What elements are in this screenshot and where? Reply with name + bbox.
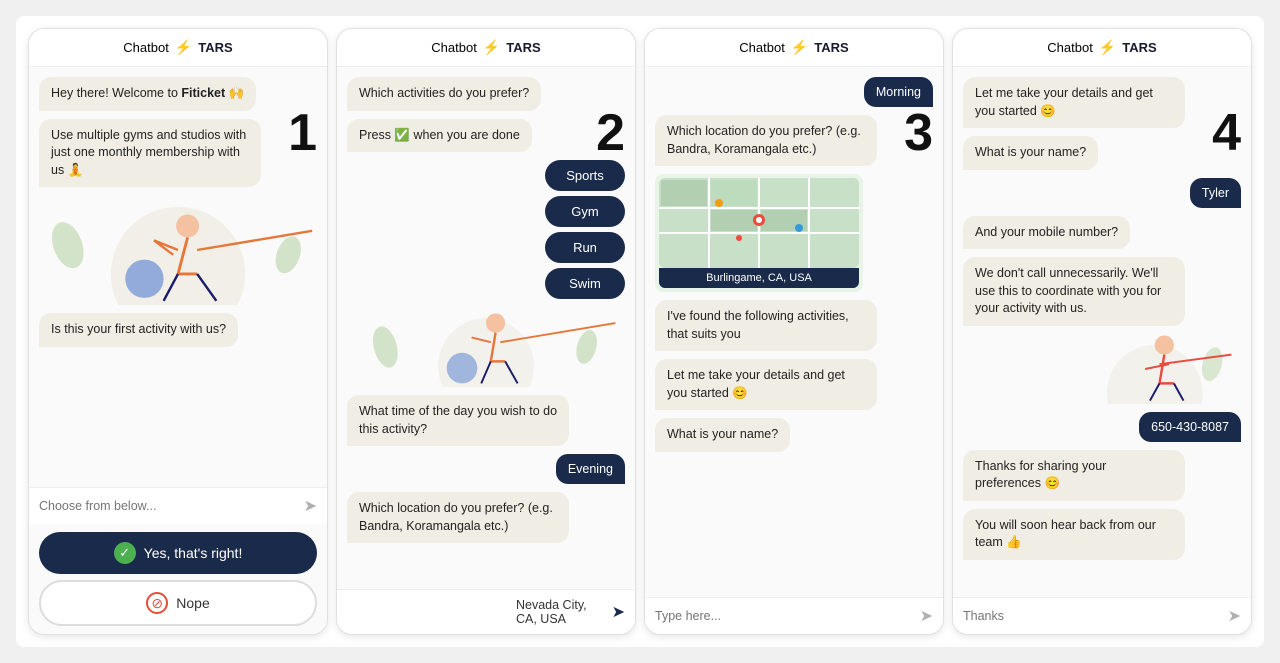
- bot-message-2-4: Which location do you prefer? (e.g. Band…: [347, 492, 569, 543]
- bot-message-4-2: What is your name?: [963, 136, 1098, 170]
- panel-1-buttons: ✓ Yes, that's right! ⊘ Nope: [29, 524, 327, 634]
- bot-message-4-1: Let me take your details and get you sta…: [963, 77, 1185, 128]
- bot-message-1-2: Use multiple gyms and studios with just …: [39, 119, 261, 188]
- evening-response: Evening: [556, 454, 625, 484]
- panel-4-input-area: ➤: [953, 597, 1251, 634]
- panel-2-header: Chatbot ⚡ TARS: [337, 29, 635, 67]
- panel-2: Chatbot ⚡ TARS 2 Which activities do you…: [336, 28, 636, 635]
- panel-number-2: 2: [596, 107, 625, 159]
- send-icon-3[interactable]: ➤: [920, 606, 933, 626]
- panel-2-input[interactable]: [347, 605, 508, 619]
- bot-message-2-2: Press ✅ when you are done: [347, 119, 532, 153]
- panel-3: Chatbot ⚡ TARS 3 Morning Which location …: [644, 28, 944, 635]
- panel-1-input-area: ➤: [29, 487, 327, 524]
- send-icon-1[interactable]: ➤: [304, 496, 317, 516]
- no-icon-1: ⊘: [146, 592, 168, 614]
- bolt-icon-4: ⚡: [1099, 39, 1116, 56]
- tars-label-4: TARS: [1122, 40, 1156, 55]
- chatbot-label-1: Chatbot: [123, 40, 169, 55]
- chatbot-label-2: Chatbot: [431, 40, 477, 55]
- user-phone-response: 650-430-8087: [1139, 412, 1241, 442]
- screenshots-container: Chatbot ⚡ TARS 1 Hey there! Welcome to F…: [16, 16, 1264, 647]
- map-image: [659, 178, 859, 268]
- panel-number-4: 4: [1212, 107, 1241, 159]
- panel-3-header: Chatbot ⚡ TARS: [645, 29, 943, 67]
- send-icon-2[interactable]: ➤: [612, 602, 625, 622]
- morning-response: Morning: [864, 77, 933, 107]
- bot-message-4-3: And your mobile number?: [963, 216, 1130, 250]
- yes-button-1[interactable]: ✓ Yes, that's right!: [39, 532, 317, 574]
- user-name-response: Tyler: [1190, 178, 1241, 208]
- bot-message-1-3: Is this your first activity with us?: [39, 313, 238, 347]
- bot-message-3-2: I've found the following activities, tha…: [655, 300, 877, 351]
- illustration-1: [39, 195, 317, 305]
- bolt-icon-2: ⚡: [483, 39, 500, 56]
- illustration-4: [963, 334, 1241, 404]
- chatbot-label-3: Chatbot: [739, 40, 785, 55]
- run-button[interactable]: Run: [545, 232, 625, 263]
- check-icon-1: ✓: [114, 542, 136, 564]
- bot-message-2-1: Which activities do you prefer?: [347, 77, 541, 111]
- bolt-icon-3: ⚡: [791, 39, 808, 56]
- panel-3-body: 3 Morning Which location do you prefer? …: [645, 67, 943, 597]
- sports-button[interactable]: Sports: [545, 160, 625, 191]
- panel-3-input-area: ➤: [645, 597, 943, 634]
- swim-button[interactable]: Swim: [545, 268, 625, 299]
- panel-2-body: 2 Which activities do you prefer? Press …: [337, 67, 635, 589]
- panel-4-input[interactable]: [963, 609, 1220, 623]
- bot-message-1-1: Hey there! Welcome to Fiticket 🙌: [39, 77, 256, 111]
- bot-message-2-3: What time of the day you wish to do this…: [347, 395, 569, 446]
- panel-1: Chatbot ⚡ TARS 1 Hey there! Welcome to F…: [28, 28, 328, 635]
- bolt-icon-1: ⚡: [175, 39, 192, 56]
- illustration-2: [347, 307, 625, 387]
- tars-label-3: TARS: [814, 40, 848, 55]
- panel-2-input-area: Nevada City, CA, USA ➤: [337, 589, 635, 634]
- tars-label-1: TARS: [198, 40, 232, 55]
- panel-1-body: 1 Hey there! Welcome to Fiticket 🙌 Use m…: [29, 67, 327, 487]
- bot-message-4-4: We don't call unnecessarily. We'll use t…: [963, 257, 1185, 326]
- bot-message-3-4: What is your name?: [655, 418, 790, 452]
- panel-3-input[interactable]: [655, 609, 912, 623]
- panel-4: Chatbot ⚡ TARS 4 Let me take your detail…: [952, 28, 1252, 635]
- panel-4-header: Chatbot ⚡ TARS: [953, 29, 1251, 67]
- bot-message-4-6: You will soon hear back from our team 👍: [963, 509, 1185, 560]
- map-location-label: Burlingame, CA, USA: [659, 268, 859, 288]
- panel-4-body: 4 Let me take your details and get you s…: [953, 67, 1251, 597]
- panel-number-3: 3: [904, 107, 933, 159]
- bot-message-3-3: Let me take your details and get you sta…: [655, 359, 877, 410]
- panel-1-input[interactable]: [39, 499, 296, 513]
- no-button-1[interactable]: ⊘ Nope: [39, 580, 317, 626]
- bot-message-3-1: Which location do you prefer? (e.g. Band…: [655, 115, 877, 166]
- chatbot-label-4: Chatbot: [1047, 40, 1093, 55]
- activity-options: Sports Gym Run Swim: [545, 160, 625, 299]
- panel-1-header: Chatbot ⚡ TARS: [29, 29, 327, 67]
- panel-number-1: 1: [288, 107, 317, 159]
- panel-2-input-value: Nevada City, CA, USA: [516, 598, 604, 626]
- yes-label-1: Yes, that's right!: [144, 545, 243, 561]
- map-container: Burlingame, CA, USA: [655, 174, 863, 292]
- gym-button[interactable]: Gym: [545, 196, 625, 227]
- bot-message-4-5: Thanks for sharing your preferences 😊: [963, 450, 1185, 501]
- no-label-1: Nope: [176, 595, 209, 611]
- tars-label-2: TARS: [506, 40, 540, 55]
- send-icon-4[interactable]: ➤: [1228, 606, 1241, 626]
